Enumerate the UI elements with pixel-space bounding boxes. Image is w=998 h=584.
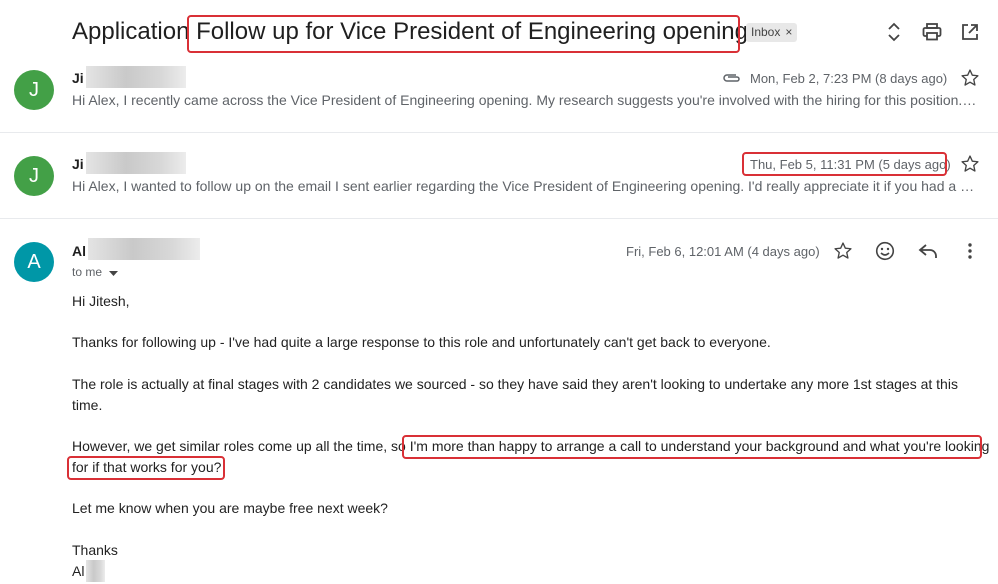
to-label: to me: [72, 265, 103, 279]
redacted-sender: [88, 238, 200, 260]
more-vert-icon[interactable]: [958, 239, 982, 263]
print-icon[interactable]: [920, 20, 944, 44]
sender-name: Al: [72, 243, 86, 259]
subject-row: Application Follow up for Vice President…: [0, 0, 998, 64]
subject-highlighted-text: Follow up for Vice President of Engineer…: [196, 18, 748, 45]
inbox-label-chip[interactable]: Inbox ×: [746, 23, 798, 42]
message-date: Fri, Feb 6, 12:01 AM (4 days ago): [626, 244, 820, 259]
message-date: Thu, Feb 5, 11:31 PM (5 days ago): [750, 157, 951, 172]
sender-name: Ji: [72, 70, 84, 86]
reply-icon[interactable]: [916, 239, 940, 263]
email-paragraph-3-start: However, we get similar roles come up al…: [72, 438, 410, 454]
redacted-sender: [86, 66, 186, 88]
email-highlighted-text-b: for if that works for you?: [72, 459, 222, 475]
email-paragraph-2: The role is actually at final stages wit…: [72, 376, 958, 413]
dropdown-arrow-icon: [109, 266, 119, 280]
redacted-signature: [86, 560, 105, 582]
sender-name: Ji: [72, 156, 84, 172]
emoji-icon[interactable]: [873, 239, 897, 263]
inbox-label-text: Inbox: [751, 25, 781, 39]
recipient-toggle[interactable]: to me: [72, 265, 119, 280]
subject-title: Application Follow up for Vice President…: [72, 17, 748, 47]
redacted-sender: [86, 152, 186, 174]
avatar: J: [14, 156, 54, 196]
divider: [0, 132, 998, 133]
message-date: Mon, Feb 2, 7:23 PM (8 days ago): [750, 71, 948, 86]
expand-collapse-icon[interactable]: [882, 20, 906, 44]
message-snippet: Hi Alex, I recently came across the Vice…: [72, 92, 978, 108]
open-in-new-window-icon[interactable]: [958, 20, 982, 44]
star-icon[interactable]: [958, 66, 982, 90]
message-snippet: Hi Alex, I wanted to follow up on the em…: [72, 178, 978, 194]
star-icon[interactable]: [958, 152, 982, 176]
divider: [0, 218, 998, 219]
email-greeting: Hi Jitesh,: [72, 293, 130, 309]
attachment-icon: [720, 66, 744, 90]
email-paragraph-1: Thanks for following up - I've had quite…: [72, 334, 771, 350]
email-signoff: Thanks: [72, 542, 118, 558]
email-paragraph-3-line-1: However, we get similar roles come up al…: [72, 436, 989, 457]
avatar: A: [14, 242, 54, 282]
remove-label-icon[interactable]: ×: [785, 25, 792, 39]
email-highlighted-text-a: I'm more than happy to arrange a call to…: [409, 438, 990, 454]
subject-prefix: Application: [72, 18, 190, 45]
star-icon[interactable]: [831, 239, 855, 263]
email-paragraph-4: Let me know when you are maybe free next…: [72, 500, 388, 516]
email-signature: Al: [72, 563, 85, 579]
avatar: J: [14, 70, 54, 110]
